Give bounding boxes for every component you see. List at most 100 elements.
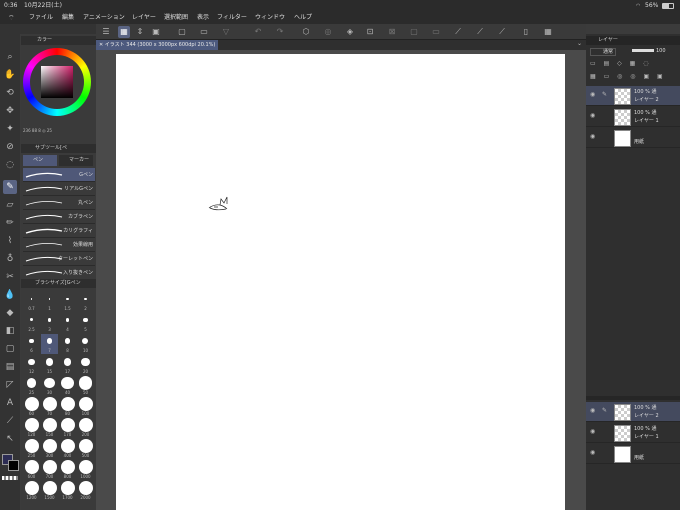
sub-tool-iri-nuki-pen[interactable]: 入り抜きペン: [23, 266, 95, 280]
brush-icon[interactable]: ⌇: [3, 234, 17, 248]
canvas-page[interactable]: [116, 54, 565, 510]
paint-bucket-icon[interactable]: ◈: [344, 26, 356, 38]
brush-size-cell[interactable]: 7: [41, 334, 58, 354]
brush-size-cell[interactable]: 6: [23, 334, 40, 354]
layer-row[interactable]: ◉ 用紙: [586, 444, 680, 464]
eye-icon[interactable]: ◉: [590, 112, 595, 119]
clear-icon[interactable]: ▭: [430, 26, 442, 38]
grid-icon[interactable]: ▦: [542, 26, 554, 38]
sub-tool-calligraphy[interactable]: カリグラフィ: [23, 224, 95, 238]
crop-icon[interactable]: ▢: [408, 26, 420, 38]
move-icon[interactable]: ✥: [3, 104, 17, 118]
brush-size-cell[interactable]: 20: [77, 355, 94, 375]
layer-row[interactable]: ◉ ✎ 100 % 通レイヤー 2: [586, 86, 680, 106]
menu-layer[interactable]: レイヤー: [132, 12, 156, 24]
opacity-slider[interactable]: [632, 49, 654, 52]
eye-icon[interactable]: ◉: [590, 428, 595, 435]
sub-tool-maru-pen[interactable]: 丸ペン: [23, 196, 95, 210]
menu-filter[interactable]: フィルター: [217, 12, 247, 24]
eyedropper-icon[interactable]: ⊘: [3, 140, 17, 154]
brush-size-cell[interactable]: 1700: [59, 481, 76, 501]
color-wheel[interactable]: [23, 48, 91, 116]
brush-size-cell[interactable]: 30: [41, 376, 58, 396]
hand-icon[interactable]: ✋: [3, 68, 17, 82]
transparent-color-swatch[interactable]: [2, 476, 18, 480]
pencil-icon[interactable]: ✏: [3, 216, 17, 230]
brush-size-cell[interactable]: 100: [77, 397, 94, 417]
transform-icon[interactable]: ⊡: [364, 26, 376, 38]
balloon-icon[interactable]: ⟋: [3, 414, 17, 428]
brush-size-cell[interactable]: 0.7: [23, 292, 40, 312]
ruler-tool-icon[interactable]: ◸: [3, 378, 17, 392]
brush-size-cell[interactable]: 400: [59, 439, 76, 459]
app-logo-icon[interactable]: ⌔: [8, 12, 15, 24]
ruler-icon-2[interactable]: ⟋: [474, 26, 486, 38]
layer-props-icon[interactable]: ▣: [150, 26, 162, 38]
edit-mode-icon[interactable]: ▦: [118, 26, 130, 38]
brush-size-cell[interactable]: 12: [23, 355, 40, 375]
brush-size-cell[interactable]: 8: [59, 334, 76, 354]
menu-icon[interactable]: ☰: [100, 26, 112, 38]
brush-size-cell[interactable]: 1200: [23, 481, 40, 501]
decoration-icon[interactable]: ✂: [3, 270, 17, 284]
new-file-icon[interactable]: ▢: [176, 26, 188, 38]
brush-size-cell[interactable]: 3: [41, 313, 58, 333]
figure-icon[interactable]: ▢: [3, 342, 17, 356]
menu-animation[interactable]: アニメーション: [83, 12, 125, 24]
tab-pen[interactable]: ペン: [23, 155, 57, 166]
menu-window[interactable]: ウィンドウ: [255, 12, 285, 24]
layer-tools-row-2[interactable]: ▦ ▭ ◎ ◎ ▣ ▣: [590, 73, 676, 81]
menu-selection[interactable]: 選択範囲: [164, 12, 188, 24]
brush-size-cell[interactable]: 1.5: [59, 292, 76, 312]
document-tab[interactable]: ✕ イラスト 344 (3000 x 3000px 600dpi 20.1%): [96, 40, 218, 50]
brush-size-cell[interactable]: 1: [41, 292, 58, 312]
brush-size-cell[interactable]: 1500: [41, 481, 58, 501]
brush-size-cell[interactable]: 150: [41, 418, 58, 438]
menu-view[interactable]: 表示: [197, 12, 209, 24]
redo-icon[interactable]: ↷: [274, 26, 286, 38]
tab-marker[interactable]: マーカー: [59, 155, 93, 166]
eye-icon[interactable]: ◉: [590, 133, 595, 140]
blend-icon[interactable]: 💧: [3, 288, 17, 302]
brush-size-cell[interactable]: 200: [77, 418, 94, 438]
layer-tools-row-1[interactable]: ▭ ▤ ◇ ▦ ◌: [590, 60, 676, 68]
fill-icon[interactable]: ◎: [322, 26, 334, 38]
open-file-icon[interactable]: ▭: [198, 26, 210, 38]
brush-size-cell[interactable]: 80: [59, 397, 76, 417]
canvas-area[interactable]: [96, 50, 586, 510]
sub-tool-turret-pen[interactable]: ターレットペン: [23, 252, 95, 266]
brush-size-cell[interactable]: 2: [77, 292, 94, 312]
brush-size-cell[interactable]: 120: [23, 418, 40, 438]
layer-row[interactable]: ◉ 100 % 通レイヤー 1: [586, 423, 680, 443]
brush-size-cell[interactable]: 170: [59, 418, 76, 438]
lasso-icon[interactable]: ◌: [3, 158, 17, 172]
brush-size-cell[interactable]: 50: [77, 376, 94, 396]
brush-size-cell[interactable]: 15: [41, 355, 58, 375]
correct-line-icon[interactable]: ↖: [3, 432, 17, 446]
ruler-icon-3[interactable]: ⟋: [496, 26, 508, 38]
deselect-icon[interactable]: ⊠: [386, 26, 398, 38]
brush-size-cell[interactable]: 600: [23, 460, 40, 480]
sub-tool-effect-line[interactable]: 効果線用: [23, 238, 95, 252]
chevron-down-icon[interactable]: ⌄: [577, 40, 582, 47]
sub-tool-kabura-pen[interactable]: カブラペン: [23, 210, 95, 224]
layer-row[interactable]: ◉ 100 % 通レイヤー 1: [586, 107, 680, 127]
zoom-icon[interactable]: ⌕: [3, 50, 17, 64]
brush-size-cell[interactable]: 70: [41, 397, 58, 417]
brush-size-cell[interactable]: 10: [77, 334, 94, 354]
eraser-icon[interactable]: ▱: [3, 198, 17, 212]
eye-icon[interactable]: ◉: [590, 449, 595, 456]
brush-size-cell[interactable]: 17: [59, 355, 76, 375]
sub-tool-g-pen[interactable]: Gペン: [23, 168, 95, 182]
arrows-icon[interactable]: ⇕: [134, 26, 146, 38]
brush-size-cell[interactable]: 60: [23, 397, 40, 417]
sub-tool-real-g-pen[interactable]: リアルGペン: [23, 182, 95, 196]
brush-size-cell[interactable]: 300: [41, 439, 58, 459]
pen-tool-icon[interactable]: ✎: [3, 180, 17, 194]
eye-icon[interactable]: ◉: [590, 91, 595, 98]
sub-color-swatch[interactable]: [8, 460, 19, 471]
brush-size-cell[interactable]: 5: [77, 313, 94, 333]
menu-file[interactable]: ファイル: [29, 12, 53, 24]
blend-mode-select[interactable]: 通常: [590, 48, 616, 56]
frame-icon[interactable]: ▤: [3, 360, 17, 374]
